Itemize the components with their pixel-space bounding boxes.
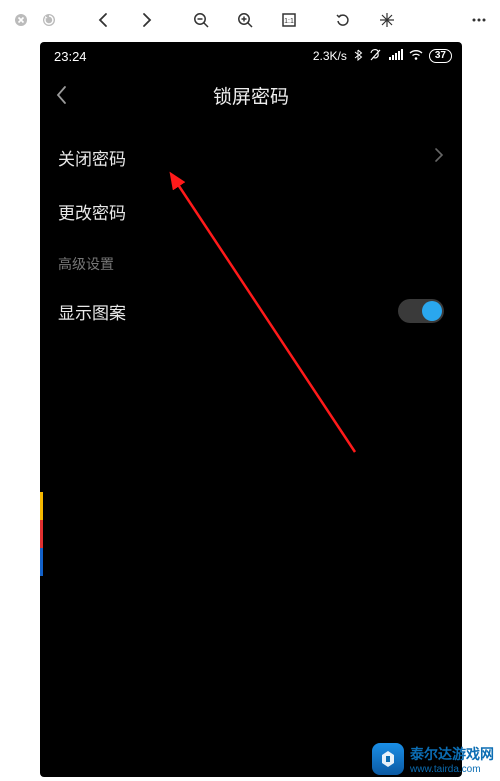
bluetooth-icon (353, 49, 363, 64)
status-time: 23:24 (54, 49, 87, 64)
settings-list: 关闭密码 更改密码 高级设置 显示图案 (40, 120, 462, 338)
actual-size-icon[interactable]: 1:1 (278, 9, 300, 31)
sparkle-icon[interactable] (376, 9, 398, 31)
section-advanced: 高级设置 (58, 238, 444, 284)
back-button[interactable] (40, 73, 84, 117)
row-show-pattern[interactable]: 显示图案 (58, 284, 444, 338)
viewer-toolbar: 1:1 (0, 0, 500, 40)
signal-icon (389, 49, 403, 63)
watermark-url: www.tairda.com (410, 764, 494, 775)
row-label: 显示图案 (58, 299, 126, 324)
nav-back-icon[interactable] (92, 9, 114, 31)
status-netspeed: 2.3K/s (313, 49, 347, 63)
page-title: 锁屏密码 (40, 82, 462, 109)
close-icon[interactable] (10, 9, 32, 31)
show-pattern-toggle[interactable] (398, 299, 444, 323)
phone-screen: 23:24 2.3K/s 37 锁屏密码 关闭密码 更改密码 高级设置 显示图 (40, 42, 462, 777)
zoom-out-icon[interactable] (190, 9, 212, 31)
row-disable-password[interactable]: 关闭密码 (58, 130, 444, 184)
refresh-icon[interactable] (38, 9, 60, 31)
row-change-password[interactable]: 更改密码 (58, 184, 444, 238)
side-decoration (40, 492, 43, 576)
more-icon[interactable] (468, 9, 490, 31)
row-label: 关闭密码 (58, 145, 126, 170)
row-label: 更改密码 (58, 199, 126, 224)
mute-icon (369, 49, 383, 64)
zoom-in-icon[interactable] (234, 9, 256, 31)
battery-indicator: 37 (429, 49, 452, 63)
watermark: 泰尔达游戏网 www.tairda.com (372, 743, 494, 775)
watermark-name: 泰尔达游戏网 (410, 744, 494, 764)
watermark-badge-icon (372, 743, 404, 775)
status-bar: 23:24 2.3K/s 37 (40, 42, 462, 70)
nav-forward-icon[interactable] (136, 9, 158, 31)
chevron-right-icon (434, 147, 444, 168)
svg-text:1:1: 1:1 (284, 18, 294, 25)
page-header: 锁屏密码 (40, 70, 462, 120)
wifi-icon (409, 49, 423, 63)
rotate-icon[interactable] (332, 9, 354, 31)
